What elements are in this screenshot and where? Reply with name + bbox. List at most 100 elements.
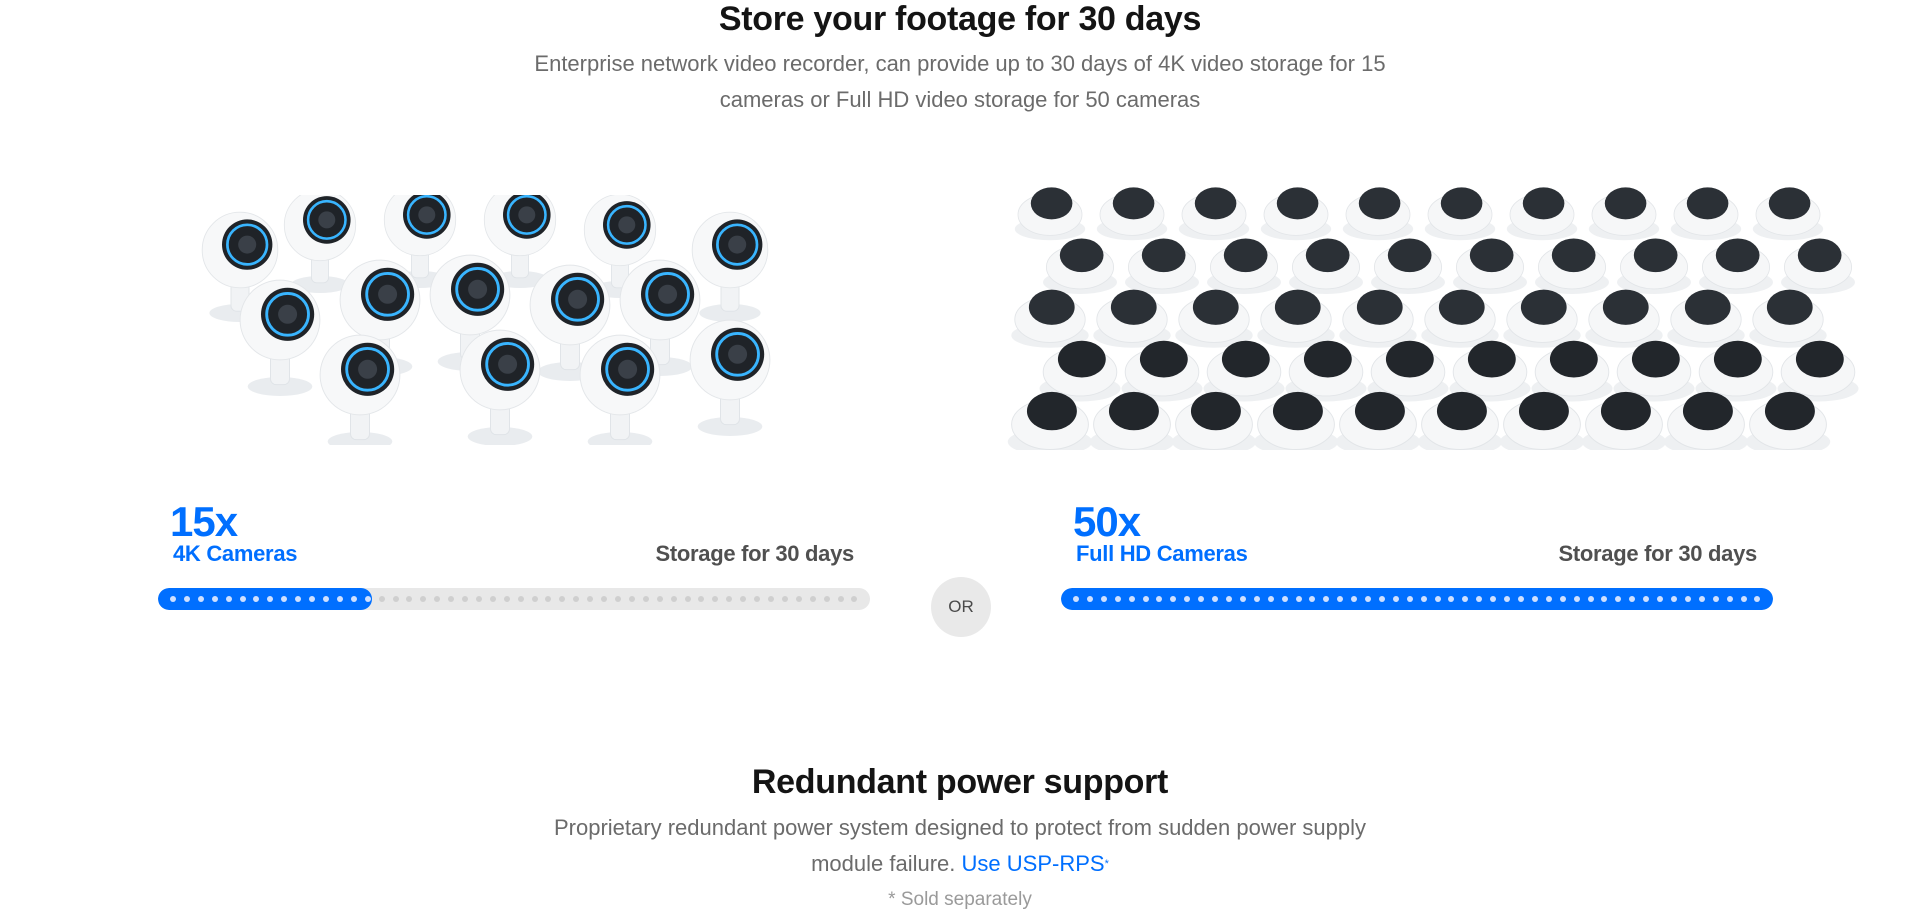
progress-dot [1559,596,1566,602]
progress-dot [1712,596,1719,602]
progress-dot [503,596,510,602]
camera-icon [1257,289,1335,348]
camera-icon [1585,289,1663,348]
camera-icon [1699,238,1773,294]
camera-icon [1752,187,1824,241]
progress-dot [545,596,552,602]
progress-dot [309,596,316,602]
progress-dot [1295,596,1302,602]
progress-dot [336,596,343,602]
camera-icon [691,211,769,322]
camera-icon [1178,187,1250,241]
progress-dot [781,596,788,602]
progress-dot [1198,596,1205,602]
progress-dot [684,596,691,602]
progress-dot [1225,596,1232,602]
progress-dot [559,596,566,602]
camera-icon [283,195,357,293]
progress-dot [253,596,260,602]
progress-dot [1323,596,1330,602]
progress-dot [1212,596,1219,602]
progress-dot [434,596,441,602]
dome-camera-cluster-icon [1000,175,1860,450]
progress-dot [795,596,802,602]
storage-duration-label: Storage for 30 days [1558,541,1758,566]
sold-separately-note: * Sold separately [888,889,1032,910]
progress-dot [1420,596,1427,602]
progress-dot [1073,596,1079,602]
progress-dot [1740,596,1747,602]
progress-dot [726,596,733,602]
camera-icon [689,319,771,436]
storage-option-fullhd: 50x Full HD Cameras Storage for 30 days [1061,500,1773,610]
progress-dot [601,596,608,602]
progress-dot [1351,596,1358,602]
camera-icon [1339,289,1417,348]
progress-dot [267,596,274,602]
storage-option-4k: 15x 4K Cameras Storage for 30 days [158,500,870,610]
progress-dot [587,596,594,602]
progress-dot [1726,596,1733,602]
footnote-marker: * [1104,858,1109,870]
power-description: Proprietary redundant power system desig… [554,815,1366,876]
storage-progress-bar [1061,588,1773,610]
progress-dot [1086,596,1093,602]
progress-dot [1531,596,1538,602]
progress-dot [712,596,719,602]
storage-duration-label: Storage for 30 days [655,541,855,566]
progress-dot [1684,596,1691,602]
progress-dot [1156,596,1163,602]
camera-icon [1125,238,1199,294]
progress-dot [322,596,329,602]
progress-dot [1490,596,1497,602]
camera-icon [1371,238,1445,294]
progress-dot [1365,596,1372,602]
progress-dot [1545,596,1552,602]
progress-dot [462,596,469,602]
progress-dot [1476,596,1483,602]
camera-icon [1535,238,1609,294]
progress-dot [1114,596,1121,602]
power-title: Redundant power support [751,763,1169,801]
progress-dot [1100,596,1107,602]
progress-dot [531,596,538,602]
progress-dot [170,596,176,602]
progress-dot [1754,596,1761,602]
footage-subtitle: Enterprise network video recorder, can p… [534,51,1386,112]
camera-icon [1506,187,1578,241]
progress-dot [837,596,844,602]
camera-icon [1453,238,1527,294]
camera-type-label: 4K Cameras [173,541,298,566]
progress-dot [1587,596,1594,602]
progress-dot [448,596,455,602]
progress-dot [767,596,774,602]
progress-dot [1629,596,1636,602]
progress-dot [1643,596,1650,602]
footage-title: Store your footage for 30 days [718,0,1202,38]
progress-dot [1670,596,1677,602]
bullet-camera-cluster-icon [170,195,870,445]
camera-icon [1342,187,1414,241]
progress-dot [615,596,621,602]
progress-dot [1253,596,1260,602]
progress-dot [1309,596,1316,602]
progress-dot [573,596,580,602]
camera-icon [459,329,541,445]
progress-dot [1573,596,1580,602]
camera-icon [1093,289,1171,348]
camera-icon [1503,289,1581,348]
camera-icon [1096,187,1168,241]
progress-dot [1434,596,1441,602]
progress-dot [1184,596,1191,602]
camera-icon [1781,238,1855,294]
progress-dot [197,596,204,602]
camera-icon [1667,289,1745,348]
progress-dot [1128,596,1135,602]
camera-icon [1043,238,1117,294]
camera-icon [239,279,321,396]
camera-icon [1670,187,1742,241]
progress-dot [1378,596,1385,602]
use-usp-rps-link[interactable]: Use USP-RPS* [962,851,1109,876]
progress-dot [670,596,677,602]
progress-dot [475,596,482,602]
